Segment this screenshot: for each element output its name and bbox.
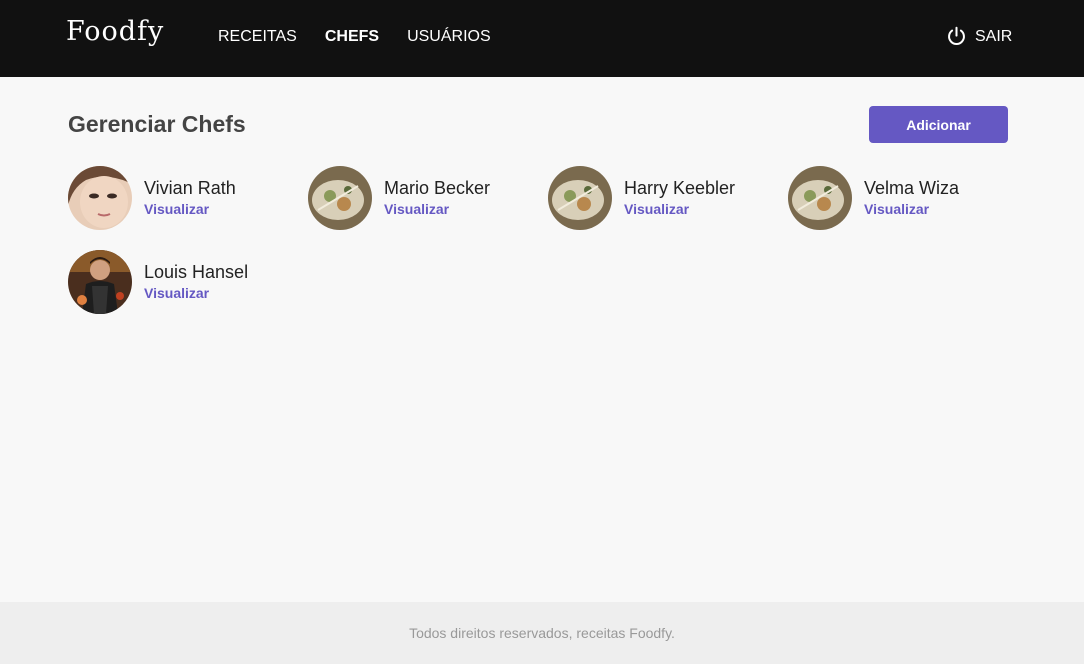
add-chef-button[interactable]: Adicionar <box>869 106 1008 143</box>
chef-info: Mario Becker Visualizar <box>384 177 490 217</box>
view-chef-link[interactable]: Visualizar <box>384 201 490 217</box>
chef-name: Velma Wiza <box>864 178 960 198</box>
nav-chefs[interactable]: CHEFS <box>325 28 379 46</box>
footer: Todos direitos reservados, receitas Food… <box>0 602 1084 664</box>
chef-avatar <box>548 166 612 230</box>
view-chef-link[interactable]: Visualizar <box>144 285 248 301</box>
chef-name: Mario Becker <box>384 178 491 198</box>
power-icon <box>948 26 965 45</box>
nav-receitas[interactable]: RECEITAS <box>218 28 297 46</box>
footer-text: Todos direitos reservados, receitas Food… <box>409 625 675 641</box>
chef-info: Vivian Rath Visualizar <box>144 177 236 217</box>
page-title: Gerenciar Chefs <box>68 111 246 137</box>
chef-name: Louis Hansel <box>144 262 249 282</box>
chef-avatar <box>308 166 372 230</box>
chef-info: Harry Keebler Visualizar <box>624 177 735 217</box>
chef-card: Harry Keebler Visualizar <box>548 166 788 230</box>
view-chef-link[interactable]: Visualizar <box>624 201 735 217</box>
chefs-list: Vivian Rath Visualizar Mario Becker Visu… <box>68 166 1028 314</box>
chef-card: Louis Hansel Visualizar <box>68 250 308 314</box>
chef-name: Harry Keebler <box>624 178 736 198</box>
logo[interactable]: Foodfy <box>66 16 164 47</box>
food-platter-photo <box>548 166 612 230</box>
chef-info: Louis Hansel Visualizar <box>144 261 248 301</box>
main-nav: RECEITAS CHEFS USUÁRIOS <box>218 28 491 46</box>
chef-avatar <box>68 250 132 314</box>
logout-label: SAIR <box>975 27 1013 45</box>
chef-avatar <box>788 166 852 230</box>
chef-card: Mario Becker Visualizar <box>308 166 548 230</box>
logout-button[interactable]: SAIR <box>946 26 1012 47</box>
top-header: Foodfy RECEITAS CHEFS USUÁRIOS SAIR <box>0 0 1084 77</box>
page: Foodfy RECEITAS CHEFS USUÁRIOS SAIR Gere… <box>0 0 1084 664</box>
chef-cooking-photo <box>68 250 132 314</box>
food-platter-photo <box>788 166 852 230</box>
chef-card: Vivian Rath Visualizar <box>68 166 308 230</box>
view-chef-link[interactable]: Visualizar <box>864 201 959 217</box>
woman-portrait-photo <box>68 166 132 230</box>
chef-name: Vivian Rath <box>144 178 236 198</box>
chef-card: Velma Wiza Visualizar <box>788 166 1028 230</box>
view-chef-link[interactable]: Visualizar <box>144 201 236 217</box>
food-platter-photo <box>308 166 372 230</box>
chef-avatar <box>68 166 132 230</box>
nav-usuarios[interactable]: USUÁRIOS <box>407 28 491 46</box>
chef-info: Velma Wiza Visualizar <box>864 177 959 217</box>
